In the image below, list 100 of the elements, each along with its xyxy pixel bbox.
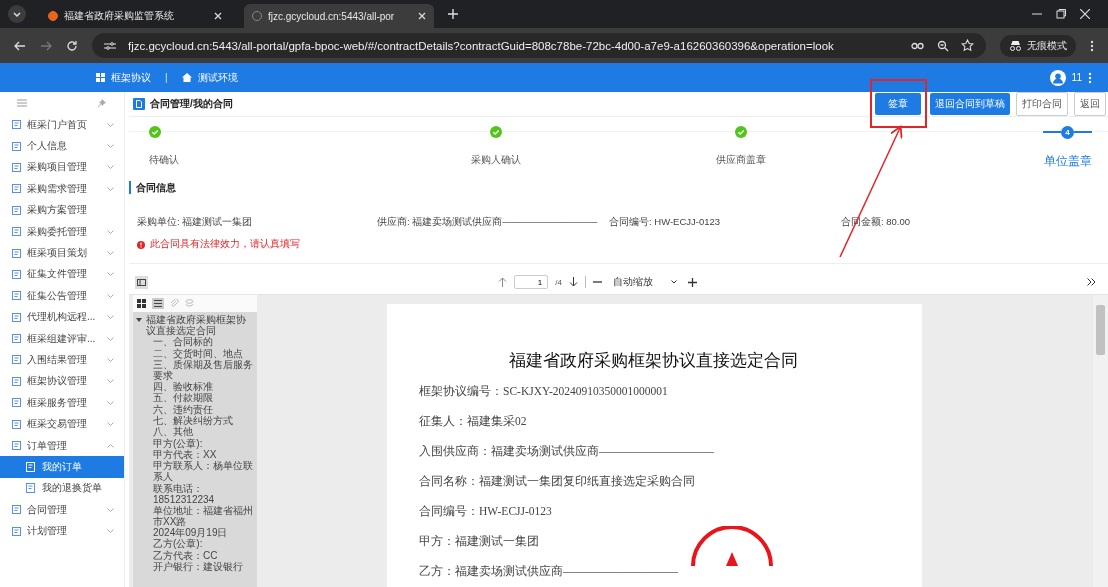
menu-item-icon xyxy=(12,248,21,258)
bookmark-star-icon[interactable] xyxy=(961,39,974,52)
outline-item[interactable]: 单位地址：福建省福州市XX路 xyxy=(133,504,257,527)
thumbnails-icon[interactable] xyxy=(137,299,146,308)
paperclip-icon[interactable] xyxy=(170,299,179,308)
double-chevron-icon[interactable] xyxy=(1087,278,1096,286)
site-settings-icon[interactable] xyxy=(104,40,116,51)
close-icon[interactable] xyxy=(1080,9,1090,19)
sidebar-item[interactable]: 采购委托管理 xyxy=(0,220,124,243)
document-icon xyxy=(133,98,145,110)
outline-item[interactable]: 甲方代表：XX xyxy=(133,448,257,460)
key-icon[interactable] xyxy=(911,41,925,50)
outline-item[interactable]: 2024年09月19日 xyxy=(133,527,257,539)
document-icon xyxy=(26,461,36,472)
chevron-down-icon xyxy=(107,400,114,405)
step-line xyxy=(1074,131,1092,133)
outline-item[interactable]: 乙方代表：CC xyxy=(133,549,257,561)
zoom-icon[interactable] xyxy=(937,39,949,52)
browser-tab[interactable]: 福建省政府采购监管系统 xyxy=(40,4,230,28)
info-field: 采购单位: 福建测试一集团 xyxy=(137,216,377,229)
action-button[interactable]: 退回合同到草稿 xyxy=(930,93,1010,115)
sidebar-item[interactable]: 框采组建评审... xyxy=(0,327,124,350)
address-field[interactable]: fjzc.gcycloud.cn:5443/all-portal/gpfa-bpoc-web/#/contractDetails?contractGuid=808c78be-72bc-4d00-a7e9-a16260360396&operation=look xyxy=(92,33,986,58)
outline-item[interactable]: 甲方(公章): xyxy=(133,437,257,449)
sidebar-item[interactable]: 框采项目策划 xyxy=(0,242,124,264)
tab-search-icon[interactable] xyxy=(8,5,26,23)
sidebar-item[interactable]: 框采服务管理 xyxy=(0,392,124,414)
sidebar-item[interactable]: 个人信息 xyxy=(0,135,124,157)
menu-item-icon xyxy=(12,355,21,365)
outline-item[interactable]: 四、验收标准 xyxy=(133,381,257,393)
sidebar-item[interactable]: 框采门户首页 xyxy=(0,114,124,136)
sidebar-item[interactable]: 代理机构远程... xyxy=(0,306,124,328)
chevron-down-icon xyxy=(107,379,114,384)
sidebar-subitem[interactable]: 我的订单 xyxy=(0,456,124,478)
kebab-menu-icon[interactable] xyxy=(1088,71,1092,84)
action-button[interactable]: 返回 xyxy=(1074,92,1106,116)
sidebar-subitem[interactable]: 我的退换货单 xyxy=(0,477,124,500)
chevron-down-icon xyxy=(107,422,114,427)
sidebar-item[interactable]: 采购需求管理 xyxy=(0,178,124,200)
action-button[interactable]: 签章 xyxy=(875,93,921,115)
sidebar-item[interactable]: 框采交易管理 xyxy=(0,413,124,435)
sidebar-item[interactable]: 采购项目管理 xyxy=(0,156,124,179)
restore-icon[interactable] xyxy=(1056,9,1066,19)
outline-item[interactable]: 七、解决纠纷方式 xyxy=(133,415,257,427)
sidebar-item[interactable]: 采购方案管理 xyxy=(0,199,124,221)
sidebar-item[interactable]: 合同管理 xyxy=(0,499,124,521)
avatar-icon[interactable] xyxy=(1049,69,1066,86)
outline-item[interactable]: 乙方(公章): xyxy=(133,538,257,550)
sidebar-item[interactable]: 计划管理 xyxy=(0,520,124,542)
close-icon[interactable] xyxy=(214,12,222,20)
outline-item[interactable]: 五、付款期限 xyxy=(133,392,257,404)
sidebar-item[interactable]: 入围结果管理 xyxy=(0,349,124,371)
outline-item[interactable]: 三、质保期及售后服务要求 xyxy=(133,358,257,381)
menu-item-icon xyxy=(12,419,21,429)
outline-item[interactable]: 开户银行：建设银行 xyxy=(133,561,257,573)
breadcrumb: 合同管理/我的合同 xyxy=(150,97,233,111)
close-icon[interactable] xyxy=(418,12,426,20)
incognito-indicator[interactable]: 无痕模式 xyxy=(1000,34,1076,57)
document-icon xyxy=(26,483,36,494)
outline-item[interactable]: 甲方联系人：杨单位联系人 xyxy=(133,460,257,483)
triangle-down-icon[interactable] xyxy=(136,317,142,323)
outline-item[interactable]: 六、违约责任 xyxy=(133,403,257,415)
outline-item[interactable]: 一、合同标的 xyxy=(133,336,257,348)
environment-label[interactable]: 测试环境 xyxy=(197,70,238,85)
user-badge[interactable]: 11 xyxy=(1071,72,1082,83)
new-tab-icon[interactable] xyxy=(448,9,458,19)
forward-icon[interactable] xyxy=(40,39,52,52)
chevron-down-icon xyxy=(107,336,114,341)
system-name[interactable]: 框架协议 xyxy=(111,70,151,85)
scrollbar[interactable] xyxy=(1093,295,1108,587)
back-icon[interactable] xyxy=(14,39,26,52)
page-number-field[interactable]: 1 xyxy=(514,275,549,289)
sidebar-item[interactable]: 征集公告管理 xyxy=(0,285,124,307)
sidebar-item[interactable]: 框架协议管理 xyxy=(0,370,124,393)
outline-item[interactable]: 八、其他 xyxy=(133,426,257,438)
sidebar-toggle-icon[interactable] xyxy=(135,275,148,289)
document-line: 甲方：福建测试一集团 xyxy=(419,534,539,549)
browser-tab[interactable]: fjzc.gcycloud.cn:5443/all-por xyxy=(244,4,434,28)
kebab-menu-icon[interactable] xyxy=(1090,39,1094,52)
reload-icon[interactable] xyxy=(66,39,78,52)
zoom-dropdown[interactable]: 自动缩放 xyxy=(608,275,681,289)
sidebar-item[interactable]: 征集文件管理 xyxy=(0,263,124,286)
step-label: 待确认 xyxy=(149,153,179,167)
menu-item-icon xyxy=(12,312,21,322)
action-button[interactable]: 打印合同 xyxy=(1016,92,1068,116)
sidebar-item[interactable]: 订单管理 xyxy=(0,434,124,457)
document-line: 合同编号：HW-ECJJ-0123 xyxy=(419,504,552,519)
outline-item[interactable]: 二、交货时间、地点 xyxy=(133,347,257,359)
outline-icon[interactable] xyxy=(152,298,164,309)
arrow-down-icon[interactable] xyxy=(568,277,578,287)
zoom-in-icon[interactable] xyxy=(687,277,697,287)
step-label: 单位盖章 xyxy=(1044,153,1092,170)
menu-item-icon xyxy=(12,398,21,408)
outline-item[interactable]: 福建省政府采购框架协议直接选定合同 xyxy=(146,314,254,336)
outline-item[interactable]: 联系电话：18512312234 xyxy=(133,482,257,505)
chevron-down-icon xyxy=(107,251,114,256)
arrow-up-icon[interactable] xyxy=(498,277,508,287)
step-line xyxy=(1043,131,1061,133)
step-label: 采购人确认 xyxy=(471,153,522,167)
step-number: 4 xyxy=(1061,125,1074,139)
